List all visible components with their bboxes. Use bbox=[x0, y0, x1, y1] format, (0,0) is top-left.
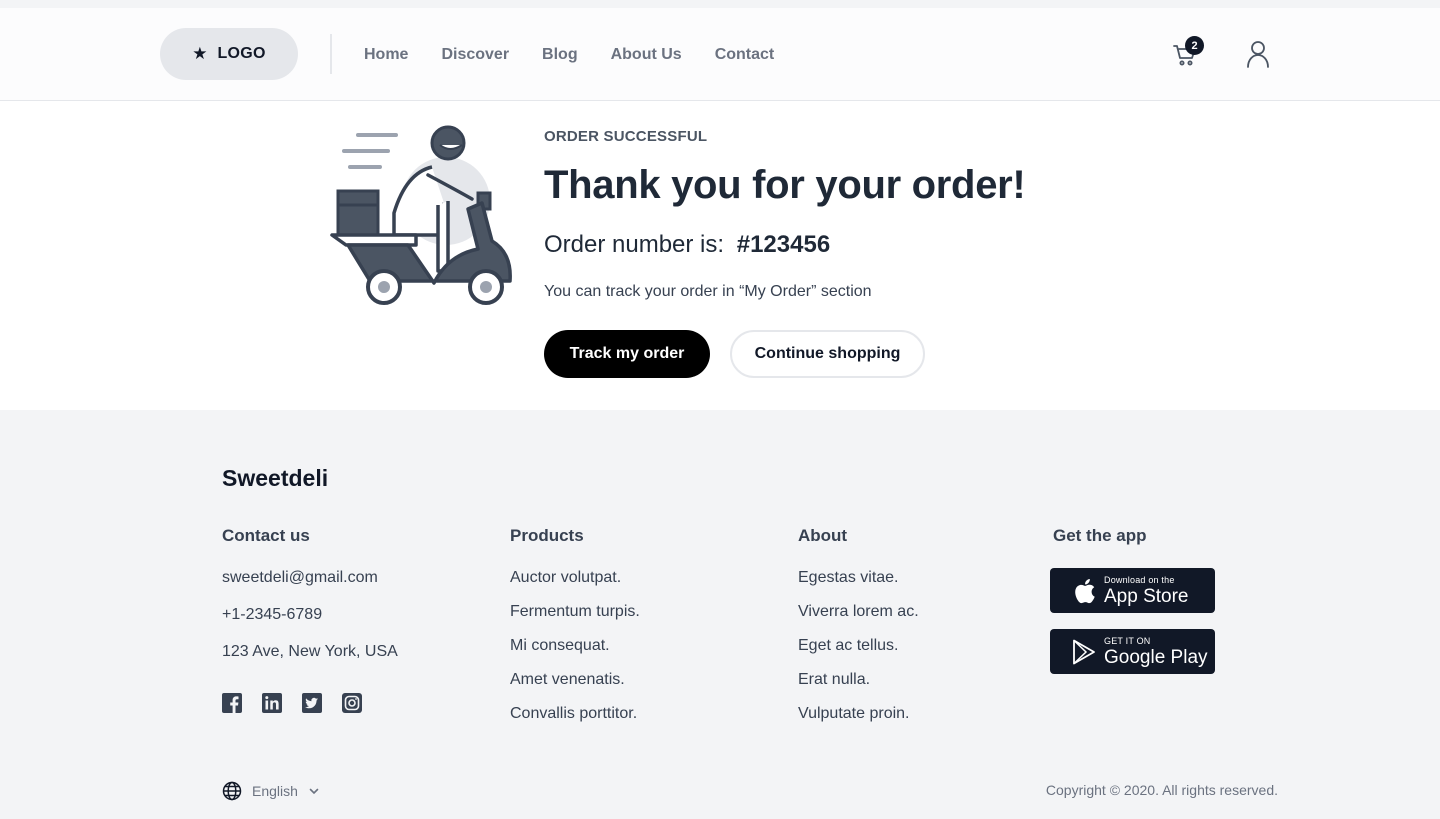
about-link[interactable]: Eget ac tellus. bbox=[798, 636, 919, 655]
nav-about-us[interactable]: About Us bbox=[611, 46, 682, 64]
continue-shopping-button[interactable]: Continue shopping bbox=[730, 330, 925, 378]
track-order-button[interactable]: Track my order bbox=[544, 330, 710, 378]
user-icon[interactable] bbox=[1246, 40, 1270, 68]
about-link[interactable]: Erat nulla. bbox=[798, 670, 919, 689]
products-link[interactable]: Amet venenatis. bbox=[510, 670, 640, 689]
social-links bbox=[222, 693, 362, 713]
google-play-small-text: GET IT ON bbox=[1104, 635, 1151, 646]
cart-count-badge: 2 bbox=[1185, 36, 1204, 55]
header-divider bbox=[330, 34, 332, 74]
page-title: Thank you for your order! bbox=[544, 163, 1026, 207]
products-heading: Products bbox=[510, 526, 584, 545]
contact-address: 123 Ave, New York, USA bbox=[222, 643, 398, 660]
instagram-icon[interactable] bbox=[342, 693, 362, 713]
about-link[interactable]: Egestas vitae. bbox=[798, 568, 919, 587]
nav-contact[interactable]: Contact bbox=[715, 46, 775, 64]
nav-home[interactable]: Home bbox=[364, 46, 408, 64]
top-strip bbox=[0, 0, 1440, 8]
language-label: English bbox=[252, 783, 298, 799]
site-header: ★ LOGO Home Discover Blog About Us Conta… bbox=[0, 8, 1440, 101]
footer-contact-column: Contact us sweetdeli@gmail.com +1-2345-6… bbox=[222, 526, 398, 679]
contact-heading: Contact us bbox=[222, 526, 310, 545]
globe-icon bbox=[222, 781, 242, 801]
delivery-scooter-icon bbox=[330, 125, 512, 305]
google-play-icon bbox=[1073, 639, 1095, 664]
products-link[interactable]: Mi consequat. bbox=[510, 636, 640, 655]
track-order-note: You can track your order in “My Order” s… bbox=[544, 283, 872, 300]
contact-phone[interactable]: +1-2345-6789 bbox=[222, 605, 398, 624]
app-store-big-text: App Store bbox=[1104, 585, 1189, 607]
star-icon: ★ bbox=[192, 44, 208, 63]
main-nav: Home Discover Blog About Us Contact bbox=[364, 8, 774, 101]
facebook-icon[interactable] bbox=[222, 693, 242, 713]
logo-button[interactable]: ★ LOGO bbox=[160, 28, 298, 80]
products-link[interactable]: Auctor volutpat. bbox=[510, 568, 640, 587]
logo-text: LOGO bbox=[217, 45, 266, 62]
chevron-down-icon bbox=[309, 788, 319, 795]
footer-brand: Sweetdeli bbox=[222, 465, 329, 491]
google-play-big-text: Google Play bbox=[1104, 646, 1208, 668]
app-store-small-text: Download on the bbox=[1104, 574, 1175, 585]
footer-about-column: About Egestas vitae. Viverra lorem ac. E… bbox=[798, 526, 919, 738]
app-store-button[interactable]: Download on the App Store bbox=[1050, 568, 1215, 613]
contact-email[interactable]: sweetdeli@gmail.com bbox=[222, 568, 398, 587]
order-number-value: #123456 bbox=[736, 231, 831, 258]
footer-products-column: Products Auctor volutpat. Fermentum turp… bbox=[510, 526, 640, 738]
order-number-label: Order number is: bbox=[544, 231, 725, 258]
order-number-line: Order number is: #123456 bbox=[544, 231, 830, 259]
about-link[interactable]: Vulputate proin. bbox=[798, 704, 919, 723]
apple-icon bbox=[1075, 578, 1095, 603]
language-selector[interactable]: English bbox=[222, 781, 320, 801]
copyright-text: Copyright © 2020. All rights reserved. bbox=[1045, 782, 1278, 798]
order-status-label: ORDER SUCCESSFUL bbox=[544, 128, 708, 145]
twitter-icon[interactable] bbox=[302, 693, 322, 713]
about-heading: About bbox=[798, 526, 848, 545]
products-link[interactable]: Convallis porttitor. bbox=[510, 704, 640, 723]
google-play-button[interactable]: GET IT ON Google Play bbox=[1050, 629, 1215, 674]
footer-app-column: Get the app Download on the App Store GE… bbox=[1050, 526, 1215, 690]
site-footer: Sweetdeli Contact us sweetdeli@gmail.com… bbox=[0, 410, 1440, 819]
nav-discover[interactable]: Discover bbox=[441, 46, 509, 64]
order-success-section: ORDER SUCCESSFUL Thank you for your orde… bbox=[0, 101, 1440, 410]
app-heading: Get the app bbox=[1053, 526, 1147, 545]
linkedin-icon[interactable] bbox=[262, 693, 282, 713]
products-link[interactable]: Fermentum turpis. bbox=[510, 602, 640, 621]
about-link[interactable]: Viverra lorem ac. bbox=[798, 602, 919, 621]
nav-blog[interactable]: Blog bbox=[542, 46, 578, 64]
